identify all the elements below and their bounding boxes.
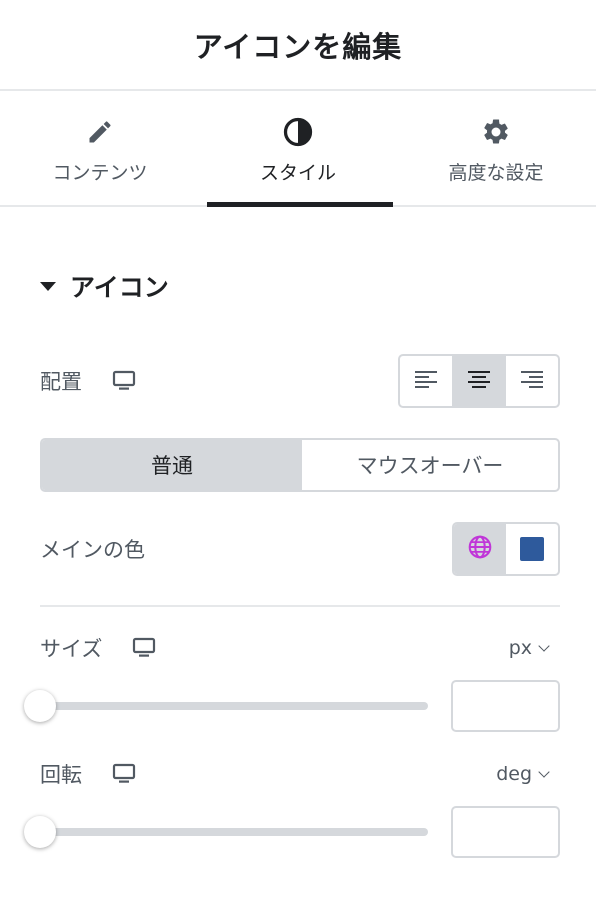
size-unit-selector[interactable]: px [508,637,550,659]
tab-style-label: スタイル [259,162,336,184]
alignment-label-row: 配置 [40,366,136,396]
rotate-label: 回転 [40,763,82,787]
desktop-icon[interactable] [112,370,136,392]
chevron-down-icon [538,765,550,778]
alignment-label: 配置 [40,370,82,394]
state-hover-button[interactable]: マウスオーバー [302,440,558,490]
caret-down-icon [40,281,56,291]
color-swatch [520,537,544,561]
align-center-button[interactable] [452,356,505,406]
primary-color-label: メインの色 [40,538,145,562]
rotate-slider[interactable] [24,816,428,848]
color-picker-button[interactable] [506,524,558,574]
state-toggle: 普通 マウスオーバー [40,438,560,492]
section-toggle[interactable]: アイコン [40,268,169,304]
size-unit-label: px [508,637,532,659]
panel-title: アイコンを編集 [193,29,403,64]
section-title: アイコン [70,273,169,302]
state-normal-button[interactable]: 普通 [42,440,302,490]
align-center-icon [468,370,490,392]
size-slider-track [40,702,428,710]
contrast-icon [282,116,314,148]
rotate-label-row: 回転 [40,759,136,789]
size-slider[interactable] [24,690,428,722]
align-left-icon [415,370,437,392]
size-slider-thumb[interactable] [24,690,56,722]
panel-tabs: コンテンツ スタイル 高度な設定 [0,91,596,207]
rotate-slider-thumb[interactable] [24,816,56,848]
rotate-unit-label: deg [496,763,532,785]
panel-header: アイコンを編集 [0,0,596,91]
rotate-unit-selector[interactable]: deg [496,763,550,785]
size-input[interactable] [451,680,560,732]
global-color-button[interactable] [454,524,506,574]
tab-content-label: コンテンツ [52,162,148,184]
section-divider [40,605,560,607]
primary-color-label-row: メインの色 [40,534,145,564]
rotate-slider-track [40,828,428,836]
gear-icon [480,116,512,148]
tab-style[interactable]: スタイル [200,91,396,207]
tab-content[interactable]: コンテンツ [0,91,200,205]
alignment-control [398,354,560,408]
pencil-icon [84,116,116,148]
align-right-button[interactable] [505,356,558,406]
tab-advanced-label: 高度な設定 [448,162,544,184]
align-right-icon [521,370,543,392]
chevron-down-icon [538,639,550,652]
tab-advanced[interactable]: 高度な設定 [396,91,596,205]
size-label: サイズ [40,637,103,661]
primary-color-control [452,522,560,576]
rotate-input[interactable] [451,806,560,858]
desktop-icon[interactable] [132,637,156,659]
globe-icon [467,534,493,564]
desktop-icon[interactable] [112,763,136,785]
size-label-row: サイズ [40,633,156,663]
align-left-button[interactable] [400,356,452,406]
